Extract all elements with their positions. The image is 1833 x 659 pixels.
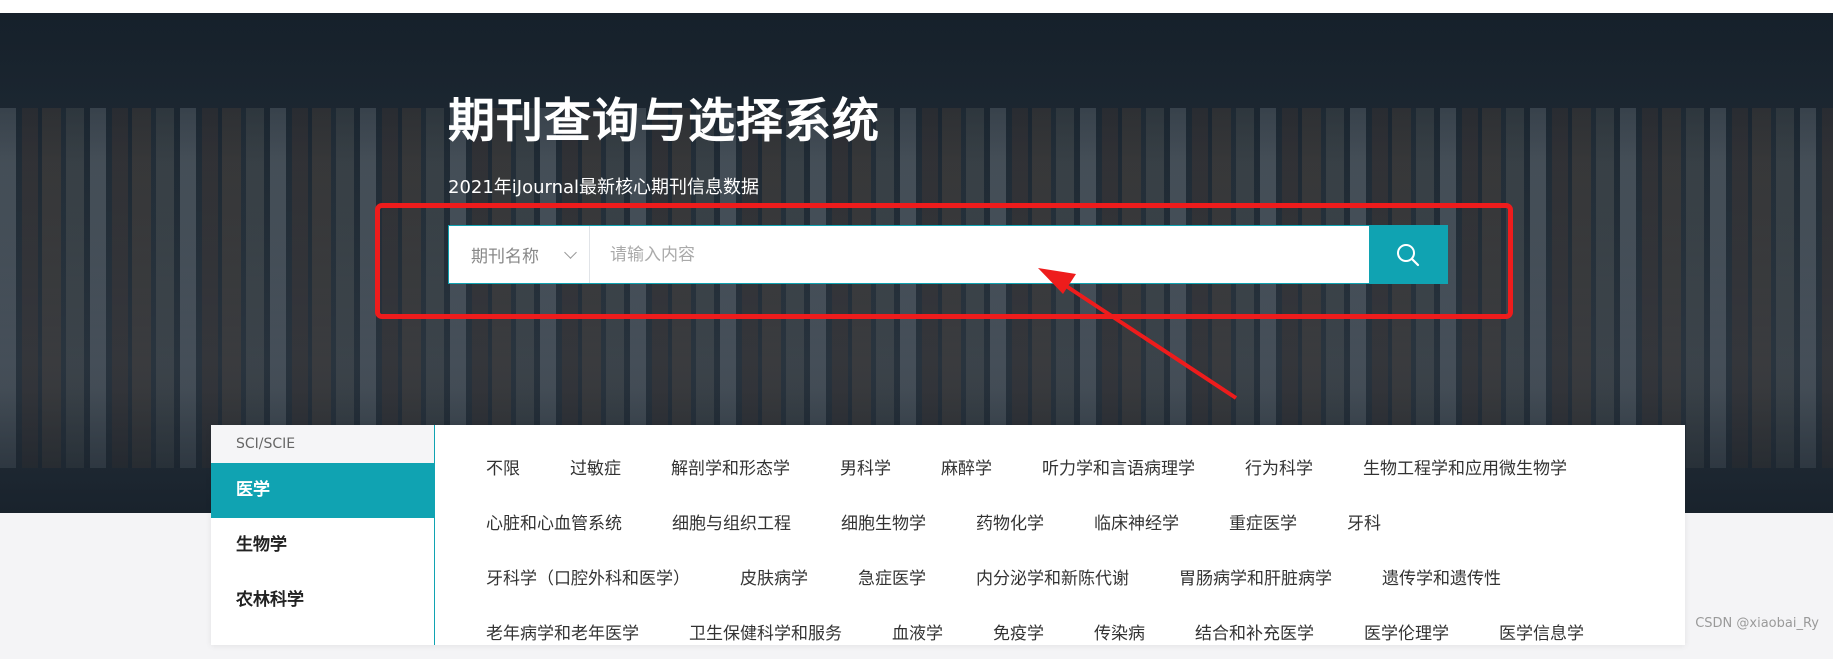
subject-tag[interactable]: 心脏和心血管系统	[486, 509, 622, 534]
subject-tag[interactable]: 牙科	[1347, 509, 1381, 534]
category-panel: SCI/SCIE 医学 生物学 农林科学 不限 过敏症 解剖学和形态学 男科学 麻醉学 听…	[211, 425, 1685, 645]
category-item-medicine[interactable]: 医学	[211, 463, 434, 518]
subject-tag[interactable]: 免疫学	[993, 619, 1044, 644]
subject-tag[interactable]: 皮肤病学	[740, 564, 808, 589]
subject-tag[interactable]: 牙科学（口腔外科和医学）	[486, 564, 690, 589]
subject-tag[interactable]: 不限	[486, 454, 520, 479]
watermark: CSDN @xiaobai_Ry	[1695, 616, 1819, 631]
subject-tag[interactable]: 内分泌学和新陈代谢	[976, 564, 1129, 589]
subject-tag[interactable]: 临床神经学	[1094, 509, 1179, 534]
category-group-header: SCI/SCIE	[211, 425, 434, 463]
subject-tag[interactable]: 细胞生物学	[841, 509, 926, 534]
subject-row: 心脏和心血管系统 细胞与组织工程 细胞生物学 药物化学 临床神经学 重症医学 牙科	[436, 494, 1685, 549]
subject-tag[interactable]: 细胞与组织工程	[672, 509, 791, 534]
subject-tag[interactable]: 血液学	[892, 619, 943, 644]
top-strip	[0, 0, 1833, 13]
subject-tag[interactable]: 卫生保健科学和服务	[689, 619, 842, 644]
subject-tag[interactable]: 医学信息学	[1499, 619, 1584, 644]
subject-tag[interactable]: 医学伦理学	[1364, 619, 1449, 644]
subject-tag[interactable]: 麻醉学	[941, 454, 992, 479]
category-item-agriculture-forestry[interactable]: 农林科学	[211, 573, 434, 628]
subject-tag[interactable]: 行为科学	[1245, 454, 1313, 479]
subject-tag[interactable]: 男科学	[840, 454, 891, 479]
subject-row: 牙科学（口腔外科和医学） 皮肤病学 急症医学 内分泌学和新陈代谢 胃肠病学和肝脏病学 遗传…	[436, 549, 1685, 604]
subject-tag[interactable]: 重症医学	[1229, 509, 1297, 534]
subject-row: 不限 过敏症 解剖学和形态学 男科学 麻醉学 听力学和言语病理学 行为科学 生物工程学和应用微…	[436, 439, 1685, 494]
category-item-biology[interactable]: 生物学	[211, 518, 434, 573]
subject-tag[interactable]: 结合和补充医学	[1195, 619, 1314, 644]
category-sidebar: SCI/SCIE 医学 生物学 农林科学	[211, 425, 435, 645]
subject-list: 不限 过敏症 解剖学和形态学 男科学 麻醉学 听力学和言语病理学 行为科学 生物工程学和应用微…	[436, 425, 1685, 645]
subject-tag[interactable]: 急症医学	[858, 564, 926, 589]
subject-row: 老年病学和老年医学 卫生保健科学和服务 血液学 免疫学 传染病 结合和补充医学 医学伦理学 医…	[436, 604, 1685, 659]
subject-tag[interactable]: 听力学和言语病理学	[1042, 454, 1195, 479]
annotation-highlight-box	[375, 203, 1513, 319]
subject-tag[interactable]: 遗传学和遗传性	[1382, 564, 1501, 589]
subject-tag[interactable]: 传染病	[1094, 619, 1145, 644]
subject-tag[interactable]: 生物工程学和应用微生物学	[1363, 454, 1567, 479]
page-title: 期刊查询与选择系统	[448, 94, 880, 149]
subject-tag[interactable]: 药物化学	[976, 509, 1044, 534]
subject-tag[interactable]: 胃肠病学和肝脏病学	[1179, 564, 1332, 589]
subject-tag[interactable]: 解剖学和形态学	[671, 454, 790, 479]
page-subtitle: 2021年iJournal最新核心期刊信息数据	[448, 177, 760, 198]
subject-tag[interactable]: 过敏症	[570, 454, 621, 479]
subject-tag[interactable]: 老年病学和老年医学	[486, 619, 639, 644]
